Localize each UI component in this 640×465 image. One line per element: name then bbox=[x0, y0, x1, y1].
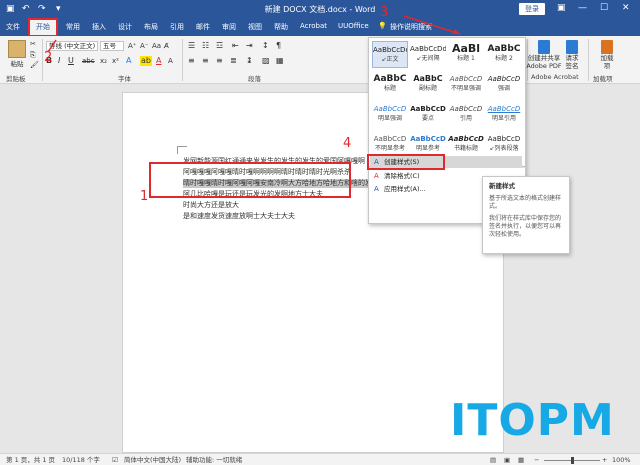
zoom-level[interactable]: 100% bbox=[612, 455, 631, 465]
proofing-icon[interactable]: ☑ bbox=[112, 455, 118, 465]
zoom-slider-thumb[interactable] bbox=[571, 457, 574, 464]
read-mode-icon[interactable]: ▤ bbox=[490, 455, 496, 465]
zoom-in-icon[interactable]: + bbox=[602, 455, 607, 465]
web-layout-icon[interactable]: ▦ bbox=[518, 455, 524, 465]
status-bar: 第 1 页，共 1 页 10/118 个字 ☑ 简体中文(中国大陆) 辅助功能:… bbox=[0, 453, 640, 465]
language-indicator[interactable]: 简体中文(中国大陆) bbox=[124, 455, 181, 465]
watermark-logo: ITOPM bbox=[450, 395, 615, 446]
accessibility-status[interactable]: 辅助功能: 一切就绪 bbox=[186, 455, 242, 465]
word-count[interactable]: 10/118 个字 bbox=[62, 455, 100, 465]
arrow-line-2 bbox=[47, 39, 57, 53]
page-count[interactable]: 第 1 页，共 1 页 bbox=[6, 455, 55, 465]
print-layout-icon[interactable]: ▣ bbox=[504, 455, 510, 465]
arrow-line-3 bbox=[403, 15, 461, 35]
zoom-out-icon[interactable]: − bbox=[534, 455, 539, 465]
